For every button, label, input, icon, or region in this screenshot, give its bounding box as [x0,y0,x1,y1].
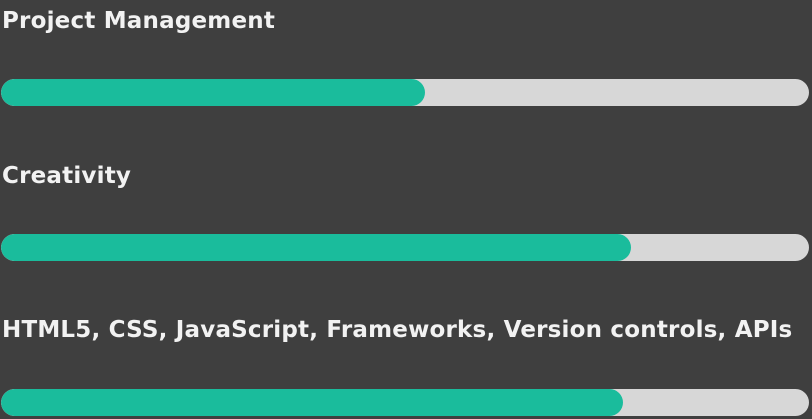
skill-progress-fill [1,234,632,261]
skill-progress-track [1,234,809,261]
skill-label: Creativity [2,163,132,189]
skills-list: Project Management Creativity HTML5, CSS… [0,0,812,419]
skill-progress-fill [1,79,426,106]
skill-progress-track [1,389,809,416]
skill-progress-track [1,79,809,106]
skill-label: Project Management [2,8,276,34]
skill-label: HTML5, CSS, JavaScript, Frameworks, Vers… [2,317,793,343]
skill-progress-fill [1,389,624,416]
